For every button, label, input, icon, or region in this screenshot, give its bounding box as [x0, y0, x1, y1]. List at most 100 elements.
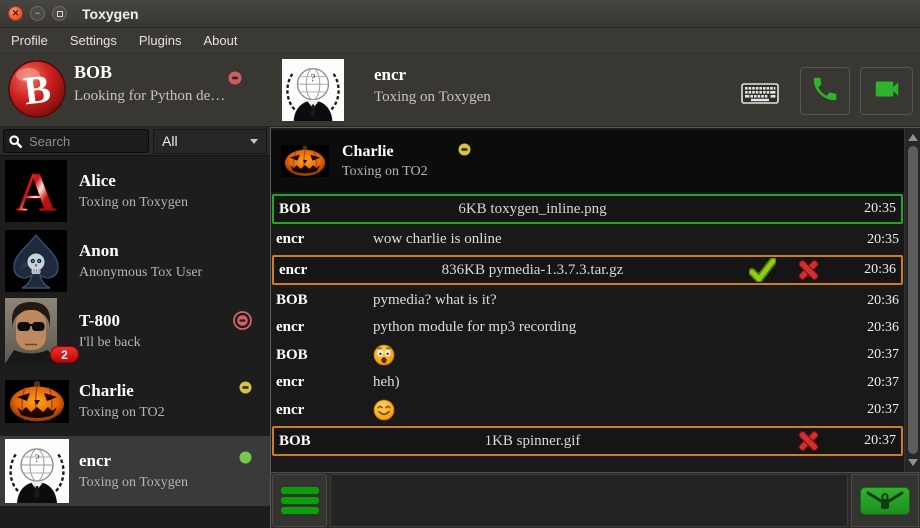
contact-row-charlie[interactable]: Charlie Toxing on TO2 — [0, 366, 270, 436]
message-row[interactable]: encr20:37 — [271, 396, 904, 424]
message-input[interactable] — [330, 474, 848, 527]
contact-row-alice[interactable]: A Alice Toxing on Toxygen — [0, 156, 270, 226]
scroll-down-arrow[interactable] — [908, 459, 918, 466]
cancel-file-button[interactable] — [796, 258, 821, 282]
keyboard-icon — [741, 81, 779, 110]
active-chat-name: encr — [374, 65, 406, 85]
unread-badge: 2 — [50, 346, 79, 363]
message-time: 20:36 — [851, 293, 899, 309]
main: All A Alice Toxing on Toxygen AnonAnonymous… — [0, 127, 920, 528]
send-message-button[interactable] — [860, 487, 910, 515]
message-time: 20:36 — [848, 262, 896, 278]
self-name: BOB — [74, 62, 112, 83]
contact-row-t-800[interactable]: T-800 I'll be back2 — [0, 296, 270, 366]
attachment-menu-button[interactable] — [272, 474, 327, 527]
contact-status-message: Toxing on TO2 — [79, 405, 165, 421]
svg-text:A: A — [16, 162, 57, 222]
send-button-area — [851, 474, 919, 527]
message-row[interactable]: encrpython module for mp3 recording20:36 — [271, 314, 904, 341]
away-status-icon — [458, 143, 471, 161]
message-text: heh) — [373, 374, 851, 391]
hamburger-menu-icon — [281, 487, 319, 494]
file-transfer-actions — [749, 258, 821, 282]
contact-name: encr — [79, 451, 188, 471]
chat-peer-avatar — [281, 137, 329, 185]
chevron-down-icon — [250, 139, 258, 144]
contact-status-message: I'll be back — [79, 335, 141, 351]
active-chat-status-message: Toxing on Toxygen — [374, 89, 491, 106]
status-icon-online — [239, 451, 252, 469]
svg-text:B: B — [21, 66, 53, 114]
message-row[interactable]: encrwow charlie is online20:35 — [271, 226, 904, 253]
scrollbar-thumb[interactable] — [908, 146, 918, 454]
self-avatar[interactable]: B — [8, 60, 66, 118]
chat-area: Charlie Toxing on TO2 BOB6KB toxygen_inl… — [271, 127, 920, 472]
contact-name: Charlie — [79, 381, 165, 401]
message-history: Charlie Toxing on TO2 BOB6KB toxygen_inl… — [271, 128, 904, 472]
search-row: All — [0, 127, 270, 156]
contact-list: A Alice Toxing on Toxygen AnonAnonymous Tox… — [0, 156, 270, 528]
contact-avatar: A — [5, 158, 69, 225]
scroll-up-arrow[interactable] — [908, 134, 918, 141]
contact-status-message: Toxing on Toxygen — [79, 195, 188, 211]
message-row[interactable]: BOBpymedia? what is it?20:36 — [271, 287, 904, 314]
chat-peer-name: Charlie — [342, 143, 428, 161]
contact-name: Alice — [79, 171, 188, 191]
window-title: Toxygen — [82, 6, 139, 22]
contact-avatar: ? — [5, 438, 69, 505]
svg-text:?: ? — [34, 451, 39, 465]
message-time: 20:37 — [851, 402, 899, 418]
contact-row-anon[interactable]: AnonAnonymous Tox User — [0, 226, 270, 296]
chat-peer-status-message: Toxing on TO2 — [342, 164, 428, 180]
contact-status-message: Toxing on Toxygen — [79, 475, 188, 491]
message-sender: BOB — [276, 347, 373, 364]
file-transfer-row[interactable]: BOB6KB toxygen_inline.png20:35 — [272, 194, 903, 224]
cancel-file-button[interactable] — [796, 429, 821, 453]
svg-text:?: ? — [310, 71, 315, 84]
message-sender: BOB — [276, 292, 373, 309]
message-time: 20:35 — [848, 201, 896, 217]
search-box — [3, 129, 149, 153]
file-transfer-label: 1KB spinner.gif — [354, 433, 711, 450]
filter-value: All — [162, 133, 178, 149]
message-sender: encr — [276, 319, 373, 336]
self-status-message: Looking for Python dev… — [74, 88, 229, 105]
search-icon — [9, 135, 22, 148]
close-button[interactable]: ✕ — [8, 6, 23, 21]
video-call-button[interactable] — [860, 67, 913, 115]
file-transfer-row[interactable]: encr836KB pymedia-1.3.7.3.tar.gz20:36 — [272, 255, 903, 285]
search-input[interactable] — [27, 133, 143, 150]
accept-file-button[interactable] — [749, 258, 776, 282]
menu-about[interactable]: About — [192, 33, 248, 48]
contact-avatar — [5, 228, 69, 295]
message-time: 20:37 — [851, 347, 899, 363]
message-text: pymedia? what is it? — [373, 292, 851, 309]
menu-plugins[interactable]: Plugins — [128, 33, 193, 48]
message-row[interactable]: BOB 20:37 — [271, 341, 904, 369]
message-row[interactable]: encrheh)20:37 — [271, 369, 904, 396]
maximize-button[interactable] — [52, 6, 67, 21]
header: B BOB Looking for Python dev… ? encr Tox… — [0, 54, 920, 127]
minimize-button[interactable]: − — [30, 6, 45, 21]
menu-settings[interactable]: Settings — [59, 33, 128, 48]
contact-filter-dropdown[interactable]: All — [153, 129, 267, 154]
chat-peer-item[interactable]: Charlie Toxing on TO2 — [271, 130, 904, 192]
file-transfer-actions — [796, 429, 821, 453]
file-transfer-label: 836KB pymedia-1.3.7.3.tar.gz — [354, 262, 711, 279]
contact-name: Anon — [79, 241, 202, 261]
message-time: 20:36 — [851, 320, 899, 336]
file-transfer-row[interactable]: BOB1KB spinner.gif20:37 — [272, 426, 903, 456]
contact-name: T-800 — [79, 311, 141, 331]
shocked-emoji — [373, 344, 851, 366]
send-encrypted-icon — [865, 490, 905, 511]
message-time: 20:37 — [851, 375, 899, 391]
message-sender: encr — [276, 374, 373, 391]
contact-row-encr[interactable]: ? encr Toxing on Toxygen — [0, 436, 270, 506]
chat-panel: Charlie Toxing on TO2 BOB6KB toxygen_inl… — [270, 127, 920, 528]
audio-call-button[interactable] — [800, 67, 850, 115]
message-text: wow charlie is online — [373, 231, 851, 248]
menu-profile[interactable]: Profile — [0, 33, 59, 48]
chat-scrollbar[interactable] — [904, 128, 920, 472]
sidebar: All A Alice Toxing on Toxygen AnonAnonymous… — [0, 127, 270, 528]
active-chat-avatar: ? — [282, 59, 344, 121]
